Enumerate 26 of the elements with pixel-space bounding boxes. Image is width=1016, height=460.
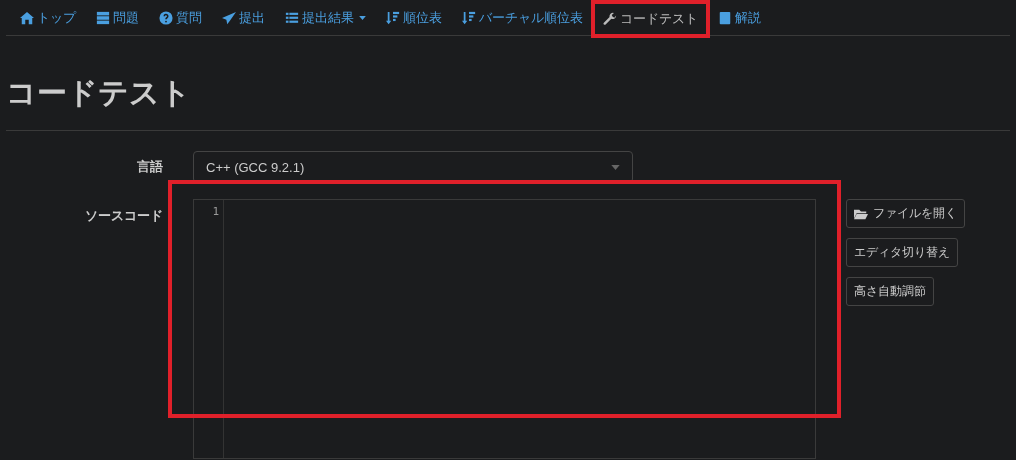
nav-tab[interactable]: 提出 [212,0,275,35]
nav-tab[interactable]: 解説 [708,0,771,35]
field-label: 言語 [136,158,163,176]
question-icon [159,11,173,25]
book-icon [718,11,732,25]
nav-tab[interactable]: 提出結果 [275,0,376,35]
toolbar-button[interactable]: 高さ自動調節 [846,277,934,306]
code-editor[interactable]: 1 [193,199,816,459]
caret-icon [611,164,620,170]
home-icon [20,11,34,25]
nav-tab[interactable]: バーチャル順位表 [452,0,593,35]
nav-tab[interactable]: 順位表 [376,0,452,35]
line-gutter: 1 [194,200,224,458]
paper-plane-icon [222,11,236,25]
nav-tab[interactable]: 質問 [149,0,212,35]
wrench-icon [603,11,617,26]
sort-icon [462,11,476,25]
list-icon [96,11,110,25]
nav-tab[interactable]: トップ [10,0,86,35]
toolbar-button[interactable]: ファイルを開く [846,199,965,228]
list-icon [285,11,299,25]
toolbar-button[interactable]: エディタ切り替え [846,238,958,267]
page-title: コードテスト [6,74,192,112]
sort-icon [386,11,400,25]
nav-tab[interactable]: 問題 [86,0,149,35]
field-label: ソースコード [84,207,163,225]
